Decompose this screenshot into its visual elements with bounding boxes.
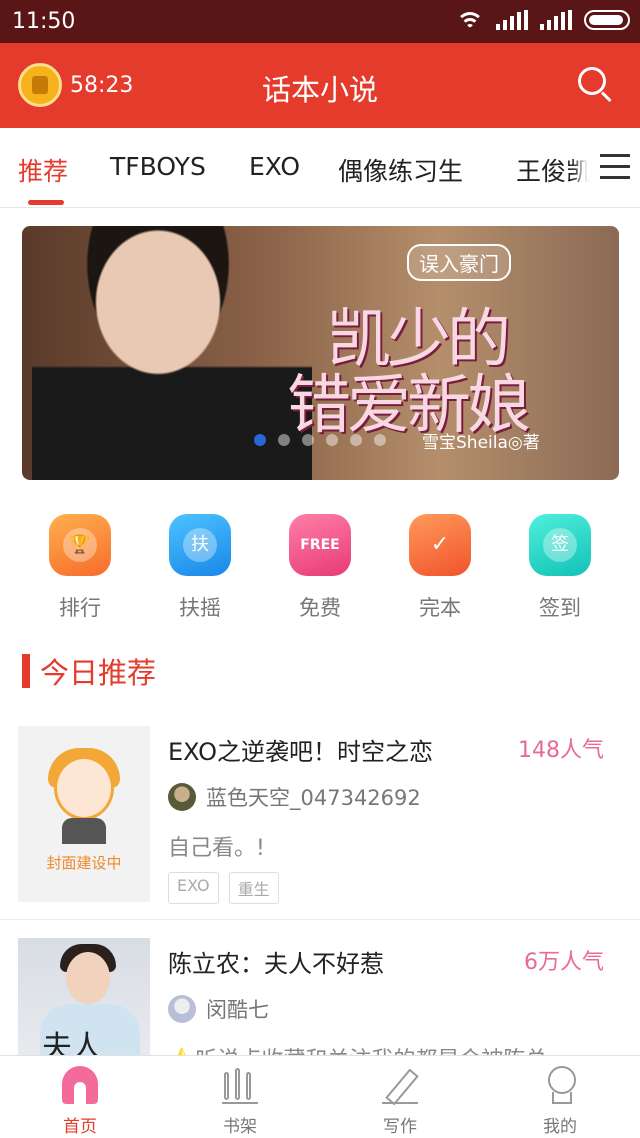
cover-placeholder-label: 封面建设中 bbox=[46, 854, 122, 872]
quick-action-label: 完本 bbox=[419, 596, 461, 620]
category-tabs: 推荐 TFBOYS EXO 偶像练习生 王俊凯 bbox=[0, 128, 640, 208]
book-author: 闵酷七 bbox=[206, 998, 269, 1022]
book-tags: EXO 重生 bbox=[168, 872, 279, 904]
book-author: 蓝色天空_047342692 bbox=[206, 786, 421, 810]
nav-bookshelf[interactable]: 书架 bbox=[180, 1066, 300, 1137]
quick-action-label: 排行 bbox=[59, 596, 101, 620]
book-tag[interactable]: EXO bbox=[168, 872, 219, 904]
trophy-icon: 🏆 bbox=[49, 514, 111, 576]
quick-action-ranking[interactable]: 🏆 排行 bbox=[20, 514, 140, 622]
tab-tfboys[interactable]: TFBOYS bbox=[110, 152, 206, 181]
check-icon: ✓ bbox=[409, 514, 471, 576]
nav-label: 写作 bbox=[383, 1117, 417, 1137]
banner-tag: 误入豪门 bbox=[407, 244, 511, 281]
signal-icon-2 bbox=[540, 10, 572, 30]
user-icon bbox=[542, 1066, 578, 1104]
carousel-dot[interactable] bbox=[278, 434, 290, 446]
signal-icon bbox=[496, 10, 528, 30]
book-author-row: 闵酷七 bbox=[168, 994, 269, 1024]
author-avatar bbox=[168, 783, 196, 811]
book-author-row: 蓝色天空_047342692 bbox=[168, 782, 421, 812]
quick-action-label: 免费 bbox=[299, 596, 341, 620]
free-icon: FREE bbox=[289, 514, 351, 576]
book-title: EXO之逆袭吧！时空之恋 bbox=[168, 738, 433, 766]
book-tag[interactable]: 重生 bbox=[228, 872, 279, 904]
search-icon[interactable] bbox=[578, 67, 614, 103]
list-divider bbox=[0, 919, 640, 920]
tab-exo[interactable]: EXO bbox=[249, 152, 300, 181]
home-icon bbox=[62, 1066, 98, 1104]
pencil-icon bbox=[382, 1066, 418, 1104]
status-icons bbox=[456, 10, 630, 30]
fuyao-icon: 扶 bbox=[169, 514, 231, 576]
section-accent-bar bbox=[22, 654, 30, 688]
battery-level bbox=[589, 15, 624, 25]
quick-action-completed[interactable]: ✓ 完本 bbox=[380, 514, 500, 622]
carousel-dot[interactable] bbox=[302, 434, 314, 446]
active-tab-indicator bbox=[28, 200, 64, 205]
author-avatar bbox=[168, 995, 196, 1023]
tab-wang-junkai[interactable]: 王俊凯 bbox=[516, 152, 591, 188]
nav-home[interactable]: 首页 bbox=[20, 1066, 140, 1137]
nav-label: 我的 bbox=[543, 1117, 577, 1137]
tab-recommend[interactable]: 推荐 bbox=[18, 152, 68, 188]
status-time: 11:50 bbox=[12, 9, 76, 34]
tab-idol-producer[interactable]: 偶像练习生 bbox=[338, 152, 463, 188]
book-cover[interactable]: 封面建设中 bbox=[18, 726, 150, 902]
carousel-dot[interactable] bbox=[374, 434, 386, 446]
banner-carousel[interactable]: 误入豪门 凯少的 错爱新娘 雪宝Sheila◎著 bbox=[22, 226, 619, 480]
nav-label: 首页 bbox=[63, 1117, 97, 1137]
wifi-icon bbox=[456, 10, 484, 30]
status-bar: 11:50 bbox=[0, 0, 640, 43]
nav-me[interactable]: 我的 bbox=[500, 1066, 620, 1137]
quick-action-free[interactable]: FREE 免费 bbox=[260, 514, 380, 622]
book-description: ⭐听说点收藏和关注我的都是会被陈总 bbox=[168, 1042, 608, 1055]
section-title: 今日推荐 bbox=[40, 656, 157, 690]
bottom-navigation: 首页 书架 写作 我的 bbox=[0, 1055, 640, 1138]
carousel-dot[interactable] bbox=[326, 434, 338, 446]
banner-author: 雪宝Sheila◎著 bbox=[422, 433, 540, 453]
app-header: 58:23 话本小说 bbox=[0, 43, 640, 128]
book-title: 陈立农：夫人不好惹 bbox=[168, 950, 384, 978]
book-cover[interactable]: 夫人 bbox=[18, 938, 150, 1055]
book-popularity: 148人气 bbox=[518, 738, 604, 763]
app-title: 话本小说 bbox=[261, 73, 378, 107]
book-description: 自己看。! bbox=[168, 836, 265, 861]
book-card[interactable]: 夫人 陈立农：夫人不好惹 6万人气 闵酷七 ⭐听说点收藏和关注我的都是会被陈总 bbox=[0, 938, 640, 1055]
section-header: 今日推荐 bbox=[22, 650, 156, 692]
bookshelf-icon bbox=[222, 1066, 258, 1104]
signin-icon: 签 bbox=[529, 514, 591, 576]
quick-actions: 🏆 排行 扶 扶摇 FREE 免费 ✓ 完本 签 签到 bbox=[0, 514, 640, 624]
book-popularity: 6万人气 bbox=[524, 950, 604, 975]
cover-title-text: 夫人 bbox=[42, 1030, 102, 1055]
quick-action-label: 签到 bbox=[539, 596, 581, 620]
nav-label: 书架 bbox=[223, 1117, 257, 1137]
carousel-dot[interactable] bbox=[254, 434, 266, 446]
carousel-dots bbox=[254, 434, 386, 446]
carousel-dot[interactable] bbox=[350, 434, 362, 446]
menu-icon[interactable] bbox=[590, 128, 640, 206]
battery-icon bbox=[584, 10, 630, 30]
quick-action-fuyao[interactable]: 扶 扶摇 bbox=[140, 514, 260, 622]
book-card[interactable]: 封面建设中 EXO之逆袭吧！时空之恋 148人气 蓝色天空_047342692 … bbox=[0, 726, 640, 926]
nav-write[interactable]: 写作 bbox=[340, 1066, 460, 1137]
quick-action-label: 扶摇 bbox=[179, 596, 221, 620]
quick-action-signin[interactable]: 签 签到 bbox=[500, 514, 620, 622]
